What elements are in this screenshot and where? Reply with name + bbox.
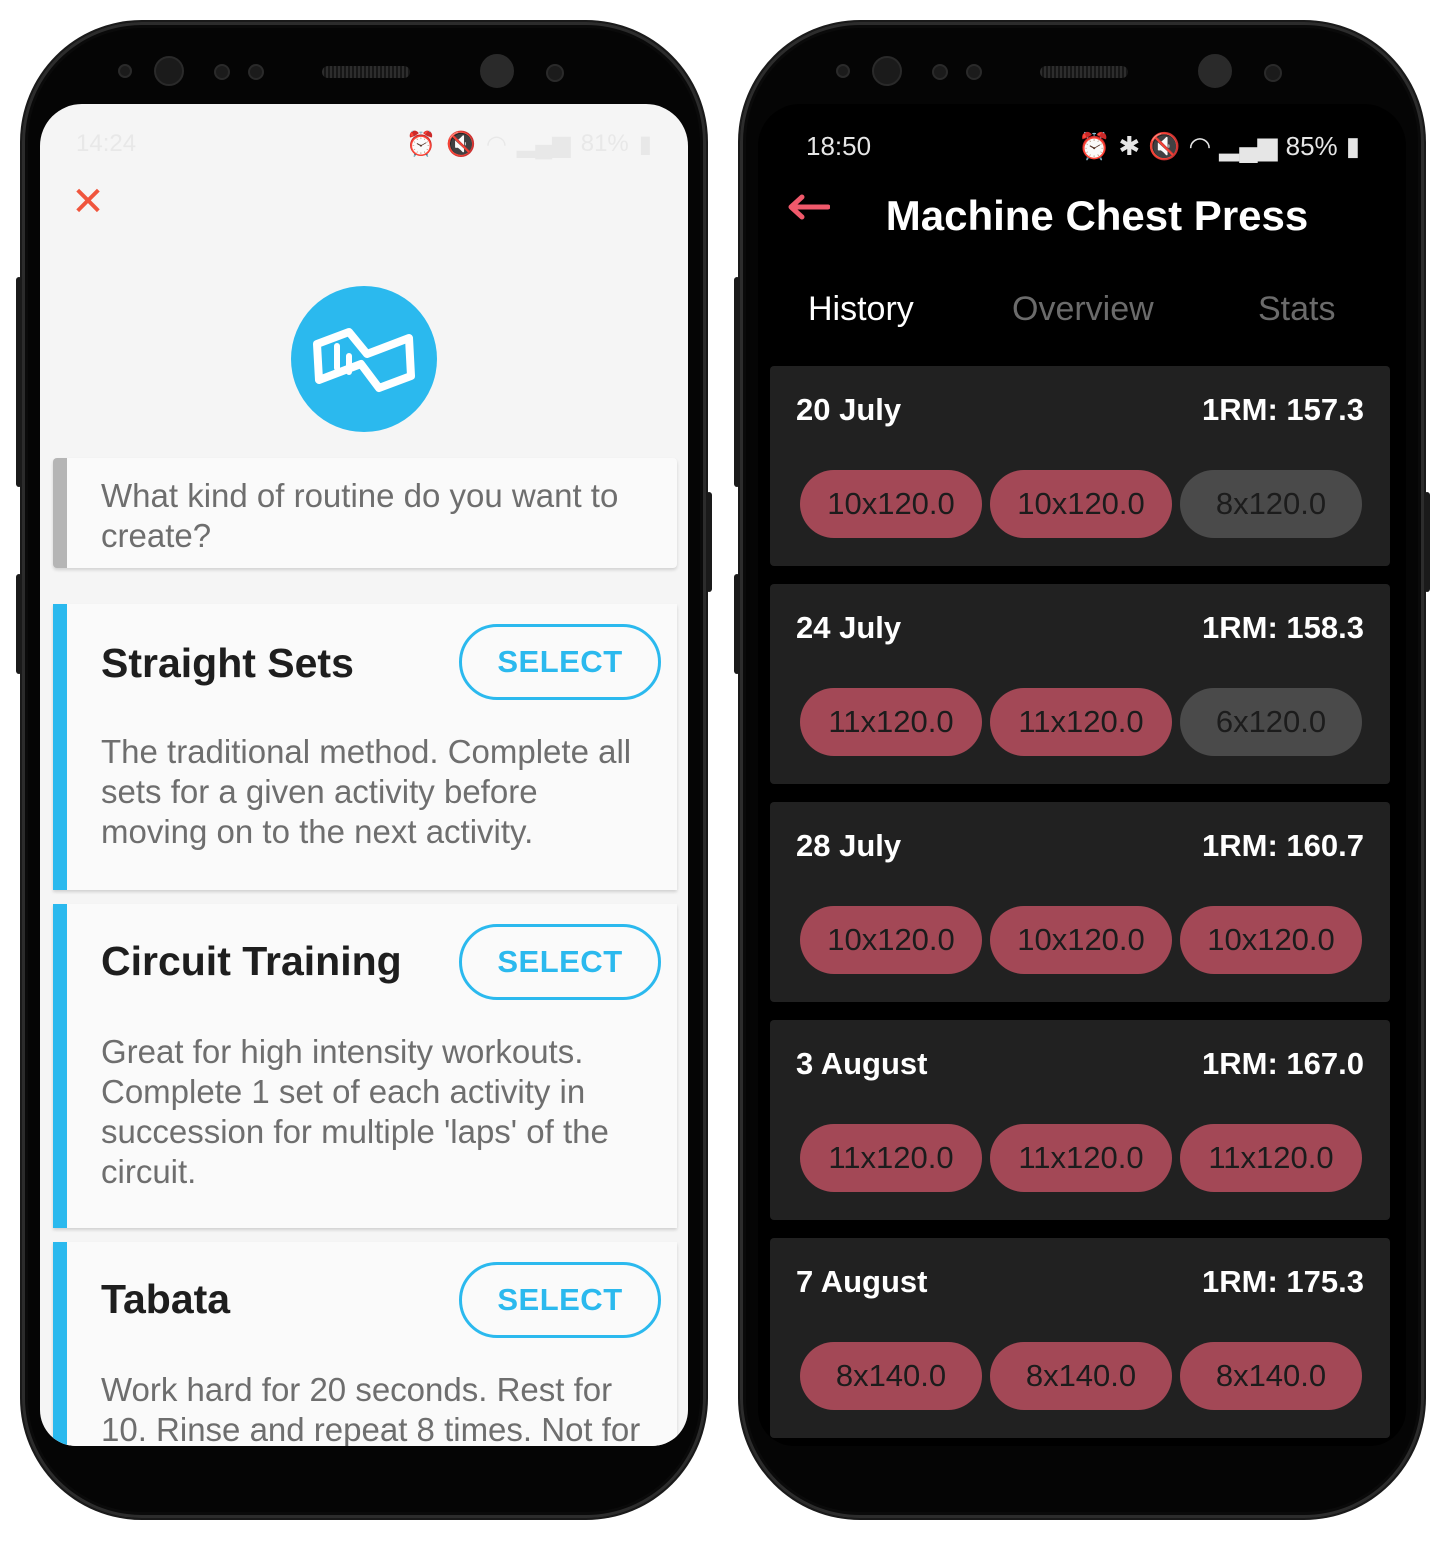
status-time: 18:50 (806, 130, 872, 161)
routine-title: Circuit Training (101, 938, 402, 984)
routine-card-tabata[interactable]: Tabata SELECT Work hard for 20 seconds. … (53, 1242, 677, 1446)
set-pill[interactable]: 11x120.0 (800, 688, 982, 756)
set-pill[interactable]: 11x120.0 (1180, 1124, 1362, 1192)
status-battery: 85% (1285, 130, 1338, 161)
set-pill[interactable]: 10x120.0 (800, 906, 982, 974)
routine-description: Great for high intensity workouts. Compl… (101, 1033, 609, 1190)
right-phone-frame: 18:50 ⏰ ✱ 🔇 ◠ ▂▄▆ 85% ▮ Machine Chest Pr… (734, 22, 1430, 1518)
left-screen: 14:24 ⏰ 🔇 ◠ ▂▄▆ 81% ▮ ✕ What kind of rou… (40, 104, 688, 1446)
logo-mark (313, 328, 415, 392)
history-card[interactable]: 24 July 1RM: 158.3 11x120.0 11x120.0 6x1… (770, 584, 1390, 784)
sensor-dot (546, 64, 564, 82)
page-title: Machine Chest Press (885, 192, 1309, 239)
earpiece-speaker (1040, 66, 1128, 78)
sensor-dot (932, 64, 948, 80)
set-pill[interactable]: 10x120.0 (800, 470, 982, 538)
volume-button (734, 277, 740, 487)
bluetooth-icon: ✱ (1118, 130, 1141, 161)
set-pill[interactable]: 8x140.0 (1180, 1342, 1362, 1410)
tab-overview[interactable]: Overview (1012, 290, 1154, 329)
power-button (706, 492, 712, 592)
iris-sensor (154, 56, 184, 86)
routine-title: Straight Sets (101, 640, 354, 686)
app-logo-icon (291, 286, 437, 432)
history-card[interactable]: 28 July 1RM: 160.7 10x120.0 10x120.0 10x… (770, 802, 1390, 1002)
set-pill[interactable]: 10x120.0 (990, 906, 1172, 974)
session-1rm: 1RM: 158.3 (1202, 610, 1364, 645)
session-date: 24 July (796, 610, 902, 645)
session-1rm: 1RM: 175.3 (1202, 1264, 1364, 1299)
wifi-icon: ◠ (485, 130, 507, 158)
sensor-dot (1264, 64, 1282, 82)
routine-title: Tabata (101, 1276, 231, 1322)
alarm-icon: ⏰ (1077, 130, 1111, 161)
battery-icon: ▮ (1345, 130, 1360, 161)
power-button (1424, 492, 1430, 592)
earpiece-speaker (322, 66, 410, 78)
session-date: 28 July (796, 828, 902, 863)
status-battery: 81% (580, 130, 629, 157)
select-button[interactable]: SELECT (459, 924, 661, 1000)
set-pill[interactable]: 11x120.0 (990, 688, 1172, 756)
history-card[interactable]: 3 August 1RM: 167.0 11x120.0 11x120.0 11… (770, 1020, 1390, 1220)
sensor-dot (214, 64, 230, 80)
front-camera (1198, 54, 1232, 88)
sensor-dot (836, 64, 850, 78)
set-pill[interactable]: 11x120.0 (990, 1124, 1172, 1192)
set-pill[interactable]: 10x120.0 (1180, 906, 1362, 974)
set-pill[interactable]: 8x120.0 (1180, 470, 1362, 538)
history-card[interactable]: 7 August 1RM: 175.3 8x140.0 8x140.0 8x14… (770, 1238, 1390, 1438)
session-1rm: 1RM: 157.3 (1202, 392, 1364, 427)
question-text: What kind of routine do you want to crea… (101, 477, 619, 554)
mute-icon: 🔇 (1148, 130, 1181, 161)
tab-history[interactable]: History (808, 290, 914, 329)
set-pill[interactable]: 6x120.0 (1180, 688, 1362, 756)
routine-description: Work hard for 20 seconds. Rest for 10. R… (101, 1371, 641, 1446)
bixby-button (734, 574, 740, 674)
history-card[interactable]: 20 July 1RM: 157.3 10x120.0 10x120.0 8x1… (770, 366, 1390, 566)
set-pill[interactable]: 8x140.0 (990, 1342, 1172, 1410)
session-date: 3 August (796, 1046, 928, 1081)
status-bar: 14:24 ⏰ 🔇 ◠ ▂▄▆ 81% ▮ (76, 124, 652, 164)
routine-card-circuit-training[interactable]: Circuit Training SELECT Great for high i… (53, 904, 677, 1228)
signal-icon: ▂▄▆ (516, 130, 571, 158)
alarm-icon: ⏰ (406, 130, 436, 158)
select-button[interactable]: SELECT (459, 624, 661, 700)
left-phone-frame: 14:24 ⏰ 🔇 ◠ ▂▄▆ 81% ▮ ✕ What kind of rou… (16, 22, 712, 1518)
bixby-button (16, 574, 22, 674)
mute-icon: 🔇 (445, 130, 476, 158)
session-date: 20 July (796, 392, 902, 427)
status-time: 14:24 (76, 130, 137, 157)
routine-description: The traditional method. Complete all set… (101, 733, 632, 850)
right-screen: 18:50 ⏰ ✱ 🔇 ◠ ▂▄▆ 85% ▮ Machine Chest Pr… (758, 104, 1406, 1446)
battery-icon: ▮ (638, 130, 652, 158)
session-1rm: 1RM: 167.0 (1202, 1046, 1364, 1081)
close-icon[interactable]: ✕ (68, 182, 108, 222)
tab-bar: History Overview Stats (758, 290, 1406, 340)
set-pill[interactable]: 11x120.0 (800, 1124, 982, 1192)
sensor-dot (248, 64, 264, 80)
phone-top-hardware (22, 54, 706, 104)
set-pill[interactable]: 10x120.0 (990, 470, 1172, 538)
session-1rm: 1RM: 160.7 (1202, 828, 1364, 863)
front-camera (480, 54, 514, 88)
select-button[interactable]: SELECT (459, 1262, 661, 1338)
volume-button (16, 277, 22, 487)
tab-stats[interactable]: Stats (1258, 290, 1335, 329)
sensor-dot (118, 64, 132, 78)
status-bar: 18:50 ⏰ ✱ 🔇 ◠ ▂▄▆ 85% ▮ (806, 126, 1360, 166)
session-date: 7 August (796, 1264, 928, 1299)
signal-icon: ▂▄▆ (1219, 130, 1278, 161)
sensor-dot (966, 64, 982, 80)
question-card: What kind of routine do you want to crea… (53, 458, 677, 568)
set-pill[interactable]: 8x140.0 (800, 1342, 982, 1410)
routine-card-straight-sets[interactable]: Straight Sets SELECT The traditional met… (53, 604, 677, 890)
iris-sensor (872, 56, 902, 86)
phone-top-hardware (740, 54, 1424, 104)
wifi-icon: ◠ (1188, 130, 1212, 161)
